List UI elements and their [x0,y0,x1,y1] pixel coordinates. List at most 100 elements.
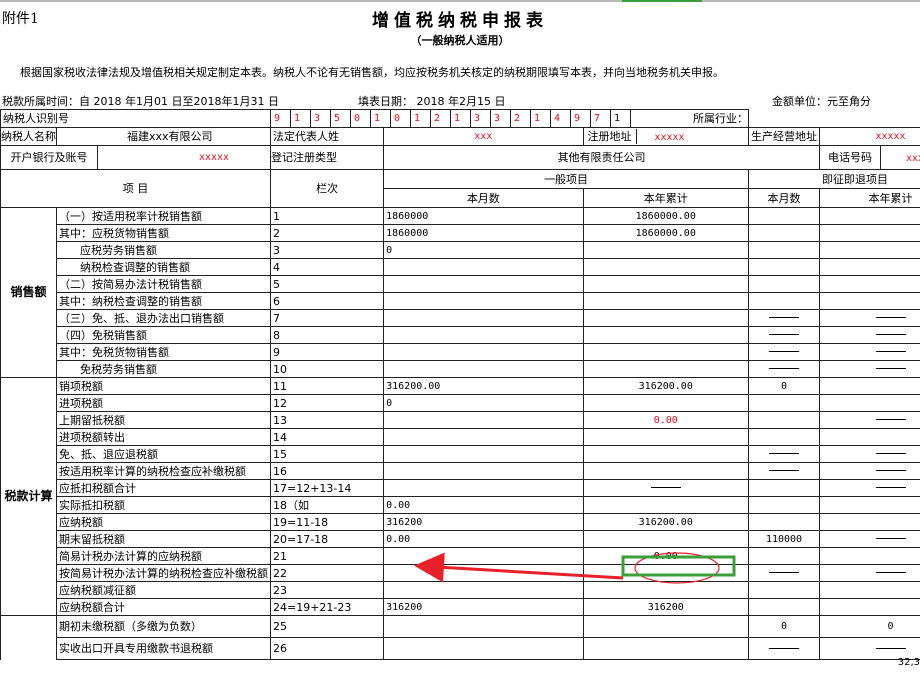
row-i-month[interactable] [748,309,820,327]
row-g-month[interactable] [383,445,584,463]
row-g-month[interactable] [383,411,584,429]
row-i-month[interactable] [748,326,820,344]
row-g-year[interactable] [582,241,749,259]
id-digit[interactable]: 5 [331,110,351,127]
row-g-year[interactable] [582,530,749,548]
id-digit[interactable]: 0 [391,110,411,127]
row-i-month[interactable] [748,479,820,497]
row-g-year[interactable] [582,637,749,660]
row-i-month[interactable] [748,411,820,429]
row-i-month[interactable] [748,496,820,514]
taxpayer-name[interactable]: 福建xxx有限公司 [56,127,271,146]
row-g-month[interactable]: 316200.00 [383,377,584,395]
row-g-month[interactable] [383,360,584,378]
row-i-month[interactable] [748,292,820,310]
row-g-month[interactable]: 0.00 [383,530,584,548]
row-g-year[interactable] [582,564,749,582]
row-g-month[interactable]: 1860000 [383,207,584,225]
row-g-month[interactable] [383,615,584,638]
row-i-year[interactable] [819,564,920,582]
industry-value[interactable] [748,109,920,128]
id-digit[interactable]: 2 [431,110,451,127]
row-i-month[interactable] [748,394,820,412]
row-i-year[interactable] [819,258,920,276]
row-g-year[interactable] [582,292,749,310]
row-g-month[interactable] [383,326,584,344]
row-i-month[interactable]: 0 [748,615,820,638]
row-g-month[interactable]: 1860000 [383,224,584,242]
row-i-year[interactable] [819,513,920,531]
row-g-year[interactable] [582,462,749,480]
id-digit[interactable]: 0 [351,110,371,127]
id-digit[interactable]: 3 [471,110,491,127]
row-i-month[interactable] [748,598,820,616]
id-digit[interactable]: 1 [531,110,551,127]
row-i-year[interactable] [819,462,920,480]
bank-value[interactable]: xxxxx [98,150,270,165]
row-g-month[interactable]: 316200 [383,513,584,531]
id-digit[interactable]: 1 [371,110,391,127]
row-i-year[interactable] [819,360,920,378]
row-i-year[interactable] [819,309,920,327]
row-i-month[interactable] [748,241,820,259]
row-i-month[interactable] [748,462,820,480]
row-g-year[interactable] [582,394,749,412]
reg-address-value[interactable]: xxxxx [637,130,703,145]
row-g-year[interactable] [582,479,749,497]
legal-rep-value[interactable]: xxx [383,127,583,146]
row-i-year[interactable] [819,275,920,293]
row-i-year[interactable] [819,547,920,565]
row-g-month[interactable] [383,581,584,599]
row-g-month[interactable] [383,343,584,361]
row-g-year[interactable] [582,343,749,361]
row-i-year[interactable] [819,326,920,344]
row-i-month[interactable] [748,207,820,225]
row-g-year[interactable] [582,428,749,446]
id-digit[interactable]: 1 [451,110,471,127]
row-i-year[interactable] [819,581,920,599]
row-g-year[interactable] [582,581,749,599]
row-g-year[interactable]: 316200 [582,598,749,616]
row-i-year[interactable] [819,292,920,310]
row-i-year[interactable] [819,496,920,514]
row-g-year[interactable]: 316200.00 [582,377,749,395]
row-i-month[interactable] [748,581,820,599]
row-i-year[interactable] [819,479,920,497]
row-i-month[interactable] [748,275,820,293]
row-g-year[interactable] [582,445,749,463]
row-g-month[interactable] [383,462,584,480]
row-i-month[interactable] [748,637,820,660]
row-i-month[interactable] [748,445,820,463]
row-i-year[interactable] [819,241,920,259]
id-digit[interactable]: 1 [411,110,431,127]
row-g-month[interactable]: 0.00 [383,496,584,514]
id-digit[interactable]: 3 [311,110,331,127]
row-g-month[interactable] [383,275,584,293]
row-i-year[interactable] [819,394,920,412]
row-g-month[interactable] [383,637,584,660]
row-i-month[interactable]: 0 [748,377,820,395]
row-g-month[interactable] [383,547,584,565]
row-g-year[interactable]: 316200.00 [582,513,749,531]
id-digit[interactable]: 9 [272,110,291,127]
row-g-month[interactable] [383,292,584,310]
row-i-month[interactable] [748,564,820,582]
row-g-month[interactable]: 0 [383,394,584,412]
row-i-month[interactable] [748,428,820,446]
row-i-month[interactable] [748,513,820,531]
row-g-month[interactable]: 0 [383,241,584,259]
row-i-year[interactable] [819,428,920,446]
id-digit[interactable]: 9 [571,110,591,127]
row-i-year[interactable] [819,343,920,361]
row-g-year[interactable]: 0.00 [582,411,749,429]
row-g-year[interactable] [582,309,749,327]
row-i-month[interactable] [748,343,820,361]
row-g-year[interactable]: 1860000.00 [582,224,749,242]
row-g-year[interactable] [582,326,749,344]
row-g-month[interactable] [383,479,584,497]
row-i-month[interactable]: 110000 [748,530,820,548]
biz-address-value[interactable]: xxxxx [819,127,920,146]
row-g-year[interactable] [582,360,749,378]
id-digit[interactable]: 1 [291,110,311,127]
row-g-month[interactable]: 316200 [383,598,584,616]
